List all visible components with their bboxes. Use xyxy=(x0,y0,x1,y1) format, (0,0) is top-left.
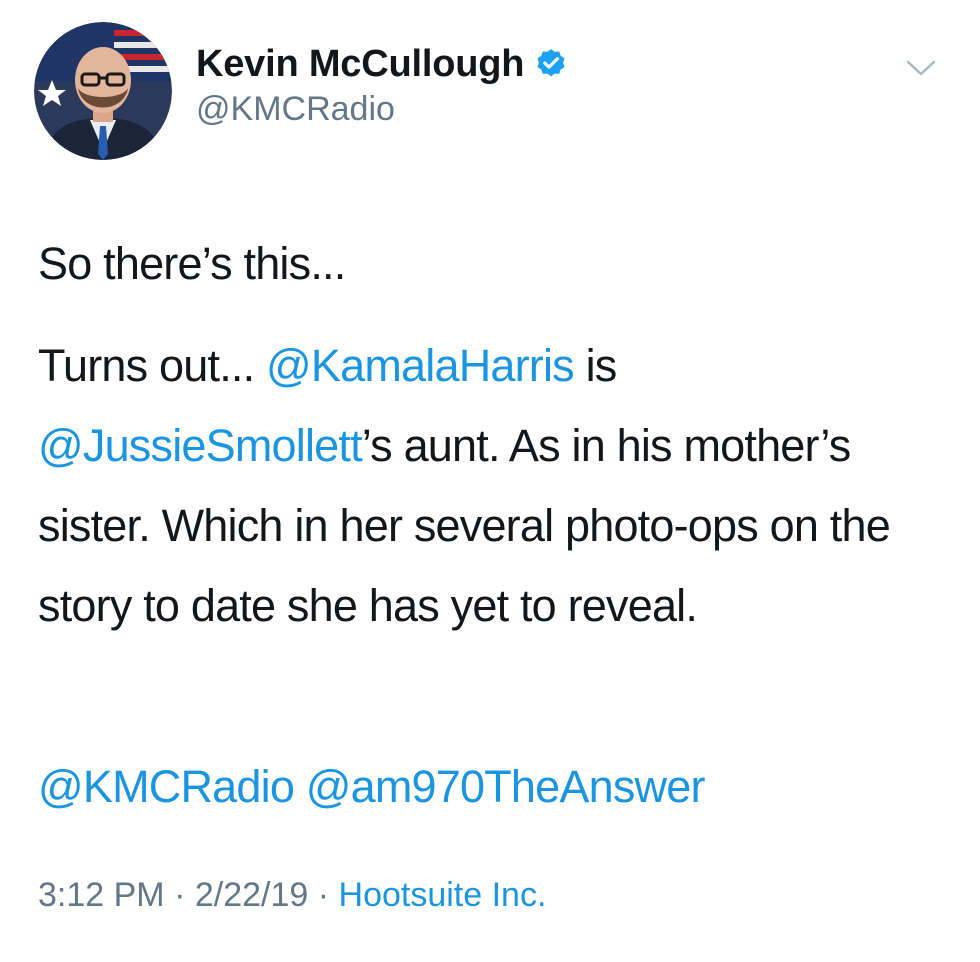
tweet-text-segment: is xyxy=(573,340,618,391)
mention-link-am970theanswer[interactable]: @am970TheAnswer xyxy=(306,761,706,812)
tweet-metadata: 3:12 PM · 2/22/19 · Hootsuite Inc. xyxy=(38,876,546,915)
verified-badge-icon xyxy=(537,49,565,77)
chevron-down-icon[interactable] xyxy=(900,54,942,82)
tweet-text-segment: Turns out... xyxy=(38,340,267,391)
author-handle[interactable]: @KMCRadio xyxy=(196,90,395,129)
tweet-paragraph-1: So there’s this... xyxy=(38,238,346,289)
mention-link-jussiesmollett[interactable]: @JussieSmollett xyxy=(38,420,363,471)
meta-separator: · xyxy=(164,876,195,914)
tweet-paragraph-2: Turns out... @KamalaHarris is @JussieSmo… xyxy=(38,326,958,646)
tweet-time[interactable]: 3:12 PM xyxy=(38,876,165,914)
meta-separator: · xyxy=(308,876,339,914)
avatar[interactable] xyxy=(34,22,172,160)
author-row: Kevin McCullough xyxy=(196,40,568,88)
tweet-source-link[interactable]: Hootsuite Inc. xyxy=(339,876,547,914)
tweet-text: So there’s this... Turns out... @KamalaH… xyxy=(38,224,958,646)
tweet-mentions: @KMCRadio @am970TheAnswer xyxy=(38,752,705,822)
mention-separator xyxy=(294,761,306,812)
tweet-date[interactable]: 2/22/19 xyxy=(195,876,308,914)
mention-link-kmcradio[interactable]: @KMCRadio xyxy=(38,761,295,812)
tweet-card: Kevin McCullough @KMCRadio So there’s th… xyxy=(0,0,980,962)
display-name[interactable]: Kevin McCullough xyxy=(196,43,524,86)
mention-link-kamalaharris[interactable]: @KamalaHarris xyxy=(266,340,575,391)
